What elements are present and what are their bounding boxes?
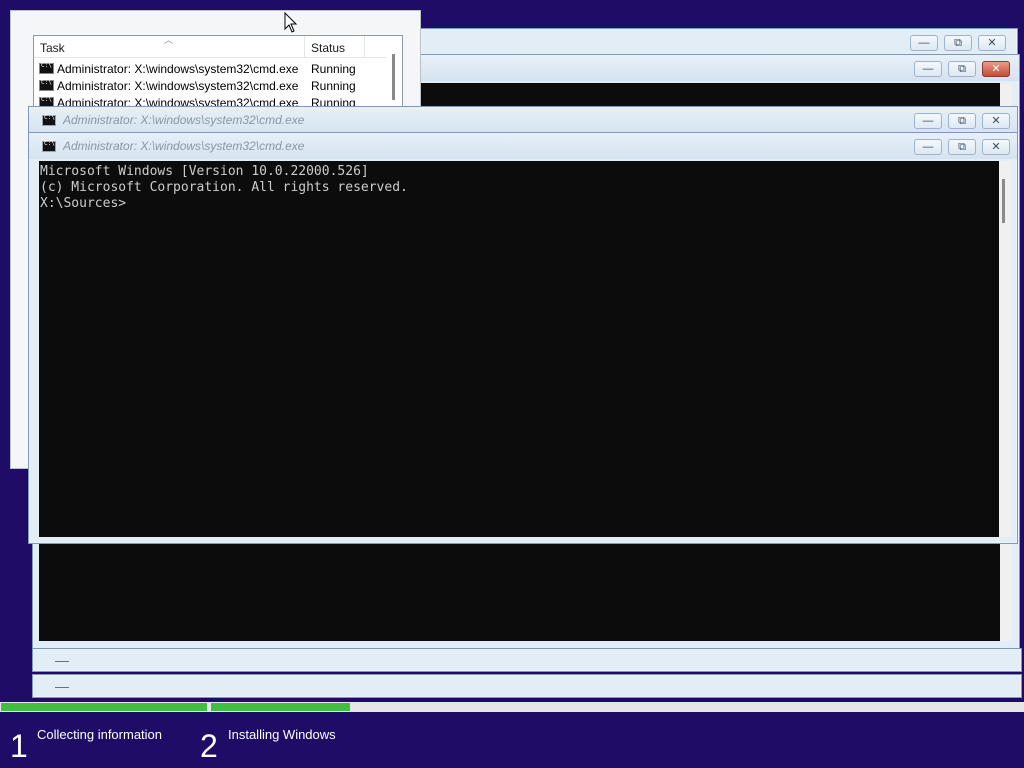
scrollbar-thumb[interactable] [1002, 179, 1005, 223]
task-status: Running [311, 79, 356, 93]
vertical-scrollbar[interactable] [999, 161, 1011, 537]
minimize-glyph: — [55, 652, 69, 668]
scrollbar-thumb[interactable] [392, 54, 395, 100]
console-output[interactable]: Microsoft Windows [Version 10.0.22000.52… [39, 161, 999, 537]
close-button[interactable]: ✕ [978, 35, 1006, 51]
task-row[interactable]: Administrator: X:\windows\system32\cmd.e… [34, 60, 386, 77]
maximize-button[interactable]: ⧉ [948, 113, 976, 129]
column-divider[interactable] [304, 36, 305, 58]
column-divider[interactable] [364, 36, 365, 58]
column-header-status[interactable]: Status [311, 41, 345, 55]
cmd-icon [42, 114, 56, 126]
step-number: 1 [10, 728, 28, 764]
step1-progress-fill [1, 703, 207, 711]
task-status: Running [311, 62, 356, 76]
close-button[interactable]: ✕ [982, 139, 1010, 155]
task-row[interactable]: Administrator: X:\windows\system32\cmd.e… [34, 77, 386, 94]
column-header-task[interactable]: Task [40, 41, 65, 55]
step2-progress-fill [211, 703, 350, 711]
task-name: Administrator: X:\windows\system32\cmd.e… [57, 79, 299, 93]
close-button[interactable]: ✕ [982, 61, 1010, 77]
cmd-icon [39, 79, 54, 91]
console-line: Microsoft Windows [Version 10.0.22000.52… [40, 164, 369, 179]
task-name: Administrator: X:\windows\system32\cmd.e… [57, 62, 299, 76]
cmd-window-front[interactable]: Administrator: X:\windows\system32\cmd.e… [28, 132, 1018, 544]
setup-progress-bar [0, 702, 1024, 712]
cmd-icon [39, 62, 54, 74]
mouse-cursor-icon [284, 12, 298, 33]
maximize-button[interactable]: ⧉ [944, 35, 972, 51]
maximize-button[interactable]: ⧉ [948, 61, 976, 77]
task-list-header: ︿ Task Status [34, 36, 402, 58]
window-title: Administrator: X:\windows\system32\cmd.e… [63, 113, 305, 127]
step-label: Collecting information [37, 727, 163, 742]
console-line: (c) Microsoft Corporation. All rights re… [40, 180, 408, 195]
command-prompt[interactable]: X:\Sources> [40, 196, 999, 212]
window-title: Administrator: X:\windows\system32\cmd.e… [63, 139, 305, 153]
minimize-glyph: — [55, 678, 69, 694]
minimized-window-bar[interactable]: — [32, 648, 1022, 672]
task-list-scrollbar[interactable] [386, 36, 402, 114]
minimized-window-bar[interactable]: — [32, 674, 1022, 698]
sort-ascending-icon: ︿ [164, 35, 174, 45]
task-list[interactable]: ︿ Task Status Administrator: X:\windows\… [33, 35, 403, 115]
step-number: 2 [200, 728, 218, 764]
close-button[interactable]: ✕ [982, 113, 1010, 129]
minimize-button[interactable]: — [914, 61, 942, 77]
maximize-button[interactable]: ⧉ [948, 139, 976, 155]
minimize-button[interactable]: — [914, 139, 942, 155]
cmd-icon [42, 140, 56, 152]
step-label: Installing Windows [228, 727, 336, 742]
minimize-button[interactable]: — [910, 35, 938, 51]
minimize-button[interactable]: — [914, 113, 942, 129]
